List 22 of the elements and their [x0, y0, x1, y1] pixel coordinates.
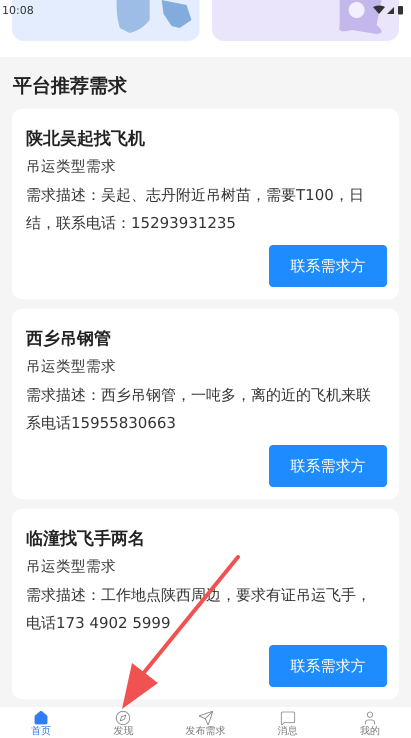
demand-type: 吊运类型需求	[26, 358, 117, 377]
tab-item[interactable]: 发现	[82, 707, 164, 738]
contact-button[interactable]: 联系需求方	[269, 245, 387, 287]
tab-item[interactable]: 我的	[328, 707, 411, 738]
demand-type: 吊运类型需求	[26, 158, 117, 177]
demand-title: 陕北吴起找飞机	[26, 128, 146, 151]
paper-plane-icon	[198, 710, 214, 726]
status-time: 10:08	[2, 4, 34, 16]
demand-title: 临潼找飞手两名	[26, 528, 146, 551]
contact-button[interactable]: 联系需求方	[269, 645, 387, 687]
tab-item[interactable]: 首页	[0, 707, 82, 738]
tab-item[interactable]: 消息	[246, 707, 329, 738]
message-icon	[280, 710, 296, 726]
contact-button[interactable]: 联系需求方	[269, 445, 387, 487]
demand-type: 吊运类型需求	[26, 558, 117, 577]
compass-icon	[115, 710, 132, 726]
demand-title: 西乡吊钢管	[26, 328, 112, 351]
tab-item[interactable]: 发布需求	[164, 707, 247, 738]
home-icon	[33, 710, 50, 726]
section-title: 平台推荐需求	[12, 74, 128, 99]
demand-description: 需求描述：吴起、志丹附近吊树苗，需要T100，日结，联系电话：15293931235	[26, 185, 365, 234]
demand-description: 需求描述：西乡吊钢管，一吨多，离的近的飞机来联系电话15955830663	[26, 385, 372, 434]
